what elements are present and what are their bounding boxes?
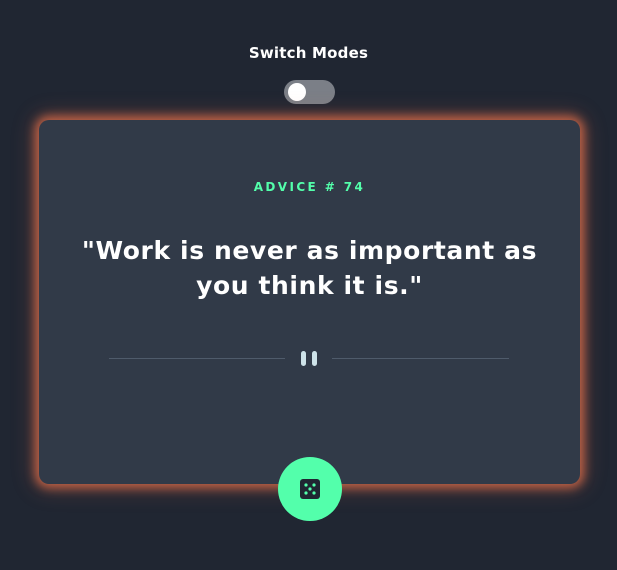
advice-id: ADVICE # 74 xyxy=(253,180,366,194)
dice-button[interactable] xyxy=(278,457,342,521)
dice-icon xyxy=(300,479,320,499)
divider-line-right xyxy=(332,358,509,359)
advice-text: "Work is never as important as you think… xyxy=(81,236,538,300)
divider-line-left xyxy=(109,358,285,359)
mode-toggle[interactable] xyxy=(284,80,335,104)
advice-card: ADVICE # 74 "Work is never as important … xyxy=(39,120,580,484)
mode-switch-label: Switch Modes xyxy=(248,44,369,62)
toggle-knob xyxy=(288,83,306,101)
pause-icon xyxy=(301,351,317,366)
